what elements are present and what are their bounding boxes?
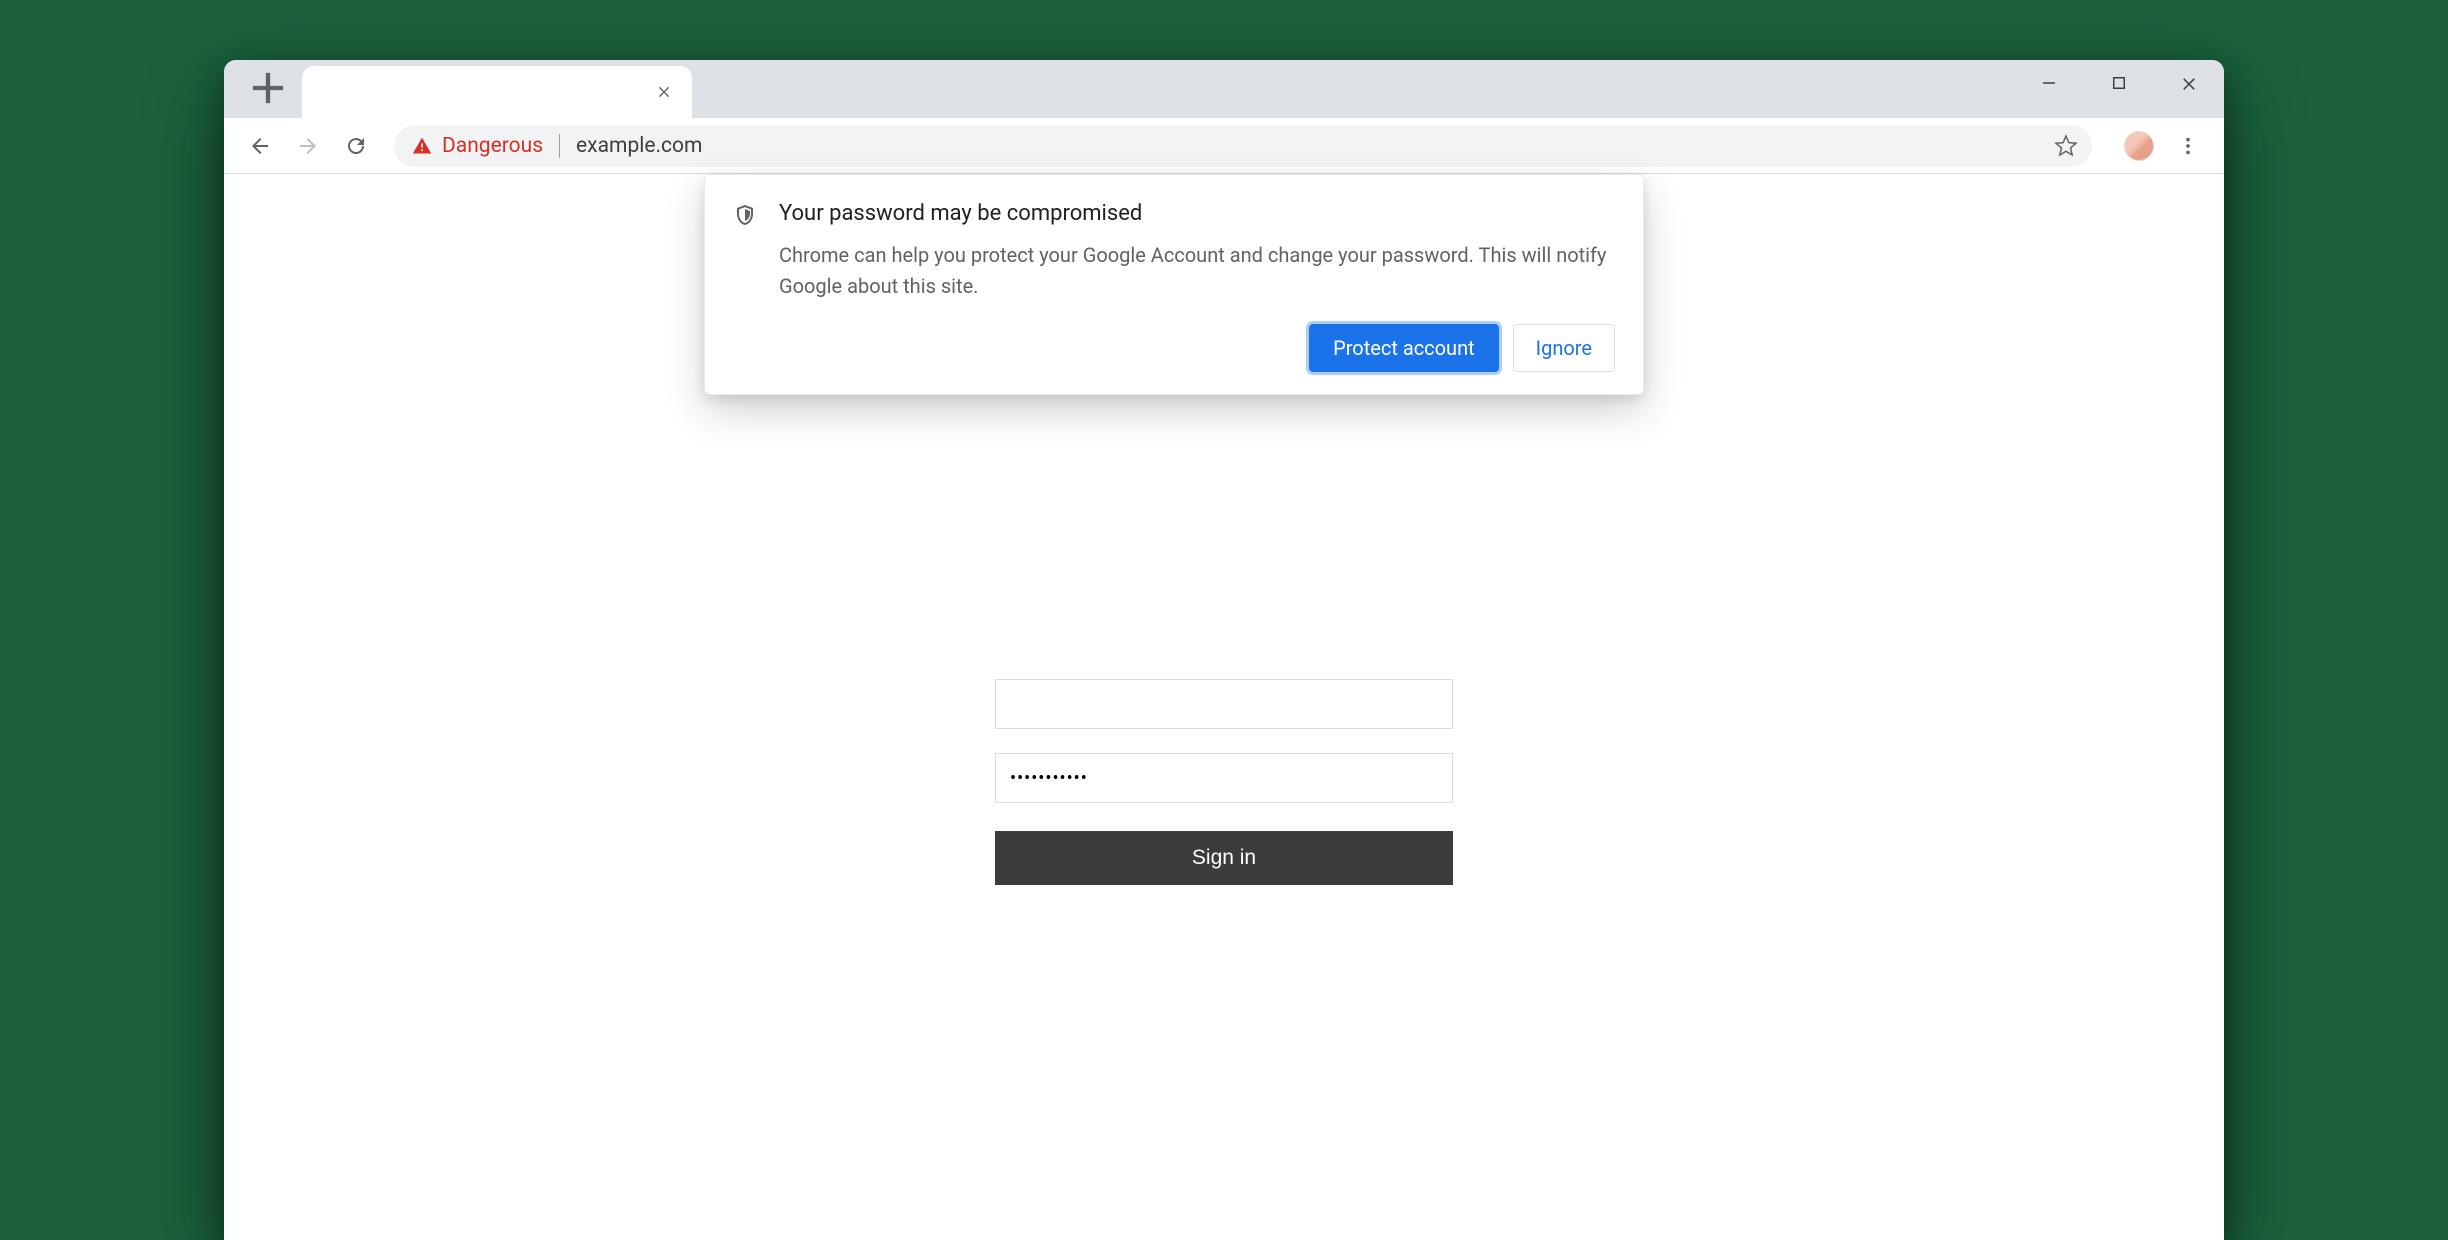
back-button[interactable] bbox=[240, 126, 280, 166]
maximize-button[interactable] bbox=[2084, 60, 2154, 106]
kebab-icon bbox=[2177, 135, 2199, 157]
popup-description: Chrome can help you protect your Google … bbox=[779, 240, 1615, 302]
minimize-button[interactable] bbox=[2014, 60, 2084, 106]
popup-body: Your password may be compromised Chrome … bbox=[779, 201, 1615, 372]
browser-window: Dangerous example.com Your password may … bbox=[224, 60, 2224, 1240]
tab-strip bbox=[224, 60, 2224, 118]
popup-title: Your password may be compromised bbox=[779, 201, 1615, 226]
bookmark-button[interactable] bbox=[2054, 134, 2078, 158]
active-tab[interactable] bbox=[302, 66, 692, 118]
ignore-button[interactable]: Ignore bbox=[1513, 324, 1615, 372]
url-text: example.com bbox=[576, 134, 702, 158]
reload-button[interactable] bbox=[336, 126, 376, 166]
forward-button bbox=[288, 126, 328, 166]
arrow-right-icon bbox=[296, 134, 320, 158]
star-icon bbox=[2054, 134, 2078, 158]
warning-icon bbox=[412, 136, 432, 156]
close-icon bbox=[2180, 74, 2198, 92]
plus-icon bbox=[242, 62, 294, 114]
chrome-menu-button[interactable] bbox=[2168, 135, 2208, 157]
username-field[interactable] bbox=[995, 679, 1453, 729]
minimize-icon bbox=[2040, 74, 2058, 92]
sign-in-button[interactable]: Sign in bbox=[995, 831, 1453, 885]
reload-icon bbox=[344, 134, 368, 158]
shield-icon bbox=[733, 201, 757, 372]
login-form: Sign in bbox=[995, 679, 1453, 885]
new-tab-button[interactable] bbox=[242, 62, 294, 114]
window-controls bbox=[2014, 60, 2224, 106]
divider bbox=[559, 134, 560, 158]
close-tab-button[interactable] bbox=[652, 76, 676, 108]
page-content: Your password may be compromised Chrome … bbox=[224, 174, 2224, 1240]
password-field[interactable] bbox=[995, 753, 1453, 803]
close-icon bbox=[656, 83, 672, 99]
popup-actions: Protect account Ignore bbox=[779, 324, 1615, 372]
arrow-left-icon bbox=[248, 134, 272, 158]
security-chip: Dangerous bbox=[442, 134, 543, 158]
maximize-icon bbox=[2110, 74, 2128, 92]
toolbar: Dangerous example.com bbox=[224, 118, 2224, 174]
close-window-button[interactable] bbox=[2154, 60, 2224, 106]
address-bar[interactable]: Dangerous example.com bbox=[394, 125, 2092, 167]
password-warning-popup: Your password may be compromised Chrome … bbox=[704, 174, 1644, 395]
profile-avatar[interactable] bbox=[2124, 131, 2154, 161]
protect-account-button[interactable]: Protect account bbox=[1309, 324, 1499, 372]
